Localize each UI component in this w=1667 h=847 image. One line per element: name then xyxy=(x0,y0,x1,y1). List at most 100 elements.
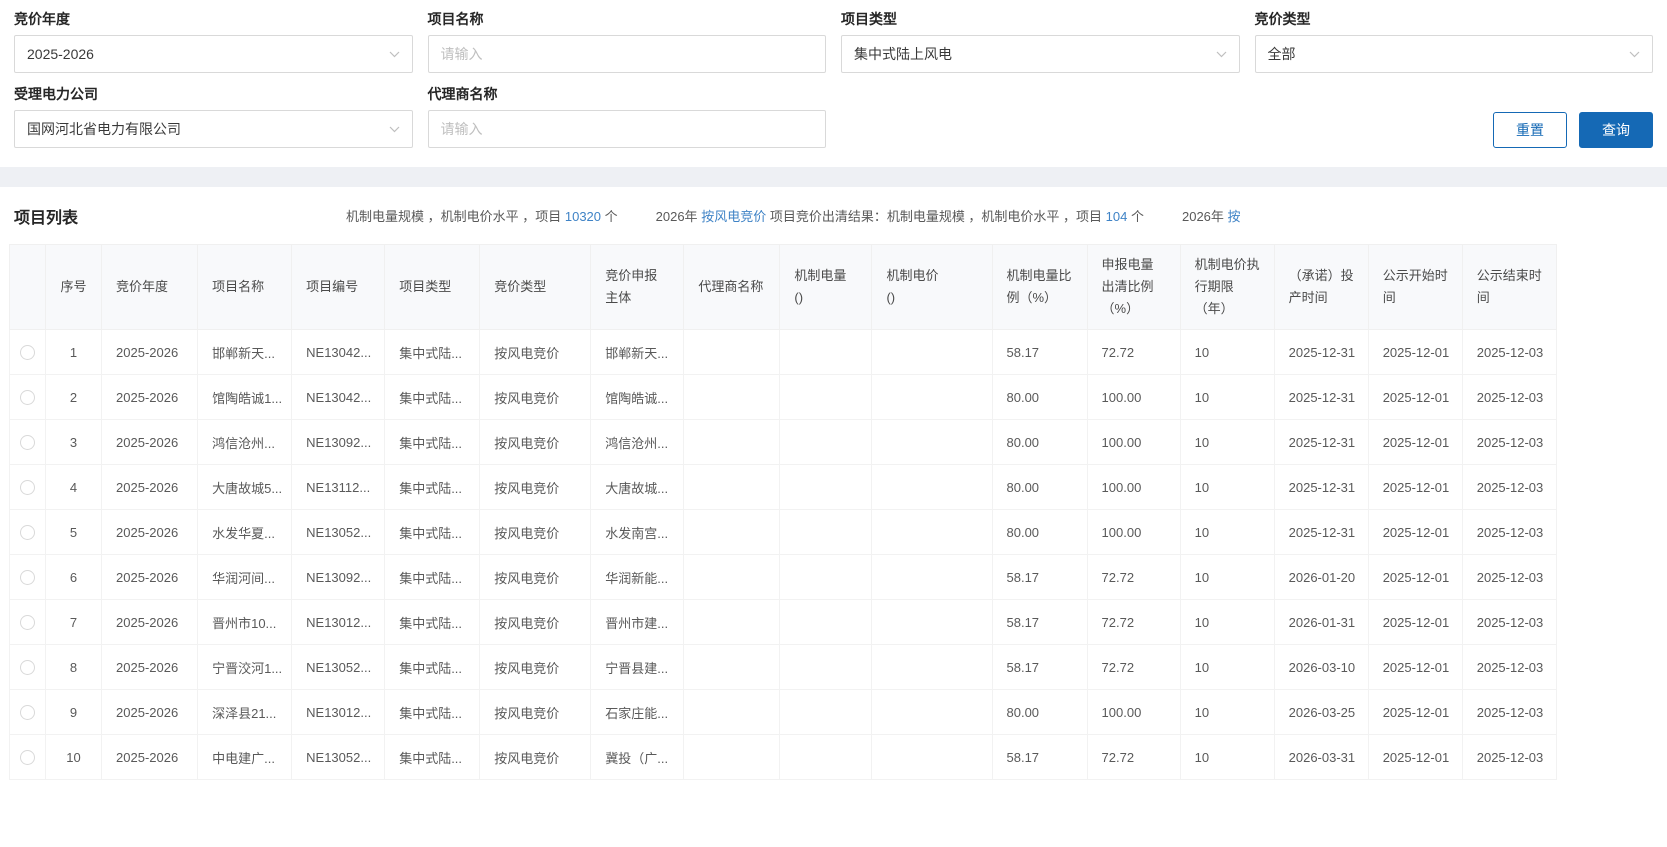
table-cell: 9 xyxy=(45,689,103,735)
table-cell: 80.00 xyxy=(991,374,1088,420)
table-cell: 按风电竞价 xyxy=(479,554,592,600)
table-cell: 2025-2026 xyxy=(101,734,199,780)
table-cell: 2025-12-31 xyxy=(1273,374,1369,420)
table-cell: 2025-12-03 xyxy=(1461,374,1558,420)
row-radio[interactable] xyxy=(20,390,35,406)
table-cell: NE13042... xyxy=(291,329,386,375)
table-cell: 80.00 xyxy=(991,464,1088,510)
table-cell: 2026-03-10 xyxy=(1273,644,1369,690)
table-cell: 6 xyxy=(45,554,103,600)
table-cell: 石家庄能... xyxy=(590,689,685,735)
table-cell: 72.72 xyxy=(1086,554,1181,600)
table-cell: NE13092... xyxy=(291,419,386,465)
table-cell xyxy=(871,329,993,375)
table-cell: 集中式陆... xyxy=(384,329,481,375)
table-cell xyxy=(871,689,993,735)
bid-type-select[interactable]: 全部 xyxy=(1254,35,1653,73)
table-cell: 按风电竞价 xyxy=(479,419,592,465)
table-cell xyxy=(871,554,993,600)
table-cell xyxy=(779,689,873,735)
truncated-link[interactable]: 按 xyxy=(1228,209,1241,224)
table-cell: 2025-2026 xyxy=(101,329,199,375)
row-radio[interactable] xyxy=(20,570,35,586)
project-name-label: 项目名称 xyxy=(427,11,484,27)
table-cell: 10 xyxy=(1179,419,1275,465)
table-cell: NE13052... xyxy=(291,509,386,555)
stats-2026-summary: 2026年 按风电竞价 项目竞价出清结果：机制电量规模 ，机制电价水平 ，项目 … xyxy=(655,209,1144,224)
list-stats: 机制电量规模 ，机制电价水平 ，项目 10320 个 2026年 按风电竞价 项… xyxy=(346,206,1653,225)
stats-current-summary: 机制电量规模 ，机制电价水平 ，项目 10320 个 xyxy=(346,209,618,224)
table-cell: 按风电竞价 xyxy=(479,734,592,780)
table-cell: 2025-2026 xyxy=(101,374,199,420)
table-cell: 2025-12-31 xyxy=(1273,464,1369,510)
project-type-select[interactable]: 集中式陆上风电 xyxy=(841,35,1240,73)
table-cell: 2025-12-31 xyxy=(1273,509,1369,555)
filter-power-company: 受理电力公司 国网河北省电力有限公司 xyxy=(14,75,413,148)
table-cell: 鸿信沧州... xyxy=(590,419,685,465)
table-cell: 集中式陆... xyxy=(384,554,481,600)
column-header: 机制电价执行期限（年） xyxy=(1179,244,1275,330)
row-radio[interactable] xyxy=(20,345,35,361)
table-cell: NE13012... xyxy=(291,689,386,735)
project-count-2026-link[interactable]: 104 xyxy=(1106,209,1128,224)
chevron-down-icon xyxy=(1216,51,1227,58)
table-cell: NE13012... xyxy=(291,599,386,645)
table-cell xyxy=(683,644,781,690)
table-row: 5 2025-2026 水发华夏... NE13052... 集中式陆... 按风电竞价水… xyxy=(8,509,1558,555)
bid-year-value: 2025-2026 xyxy=(27,46,94,62)
table-cell: 中电建广... xyxy=(197,734,293,780)
table-cell: 2025-12-03 xyxy=(1461,644,1558,690)
power-company-select[interactable]: 国网河北省电力有限公司 xyxy=(14,110,413,148)
filter-agent-name: 代理商名称 xyxy=(427,75,826,148)
row-radio[interactable] xyxy=(20,435,35,451)
table-cell: 80.00 xyxy=(991,509,1088,555)
table-cell: 华润河间... xyxy=(197,554,293,600)
page-title: 项目列表 xyxy=(14,209,79,227)
table-cell xyxy=(683,599,781,645)
table-cell: 72.72 xyxy=(1086,734,1181,780)
table-cell xyxy=(683,734,781,780)
table-cell: 2025-12-03 xyxy=(1461,419,1558,465)
table-cell: 邯郸新天... xyxy=(590,329,685,375)
row-radio[interactable] xyxy=(20,615,35,631)
agent-name-input[interactable] xyxy=(427,110,826,148)
row-radio[interactable] xyxy=(20,705,35,721)
table-cell: 2025-12-03 xyxy=(1461,554,1558,600)
table-cell: 2 xyxy=(45,374,103,420)
row-radio[interactable] xyxy=(20,525,35,541)
table-cell: NE13112... xyxy=(291,464,386,510)
table-cell: 2025-12-01 xyxy=(1367,419,1463,465)
row-select-cell xyxy=(8,644,47,690)
table-cell: 8 xyxy=(45,644,103,690)
query-button[interactable]: 查询 xyxy=(1579,112,1653,148)
project-table: 序号 竞价年度 项目名称 项目编号 项目类型 竞价类型 竞价申报主体 代理商名称 机制电量 ()… xyxy=(8,244,1558,780)
table-row: 10 2025-2026 中电建广... NE13052... 集中式陆... 按风电竞价… xyxy=(8,734,1558,780)
reset-button[interactable]: 重置 xyxy=(1493,112,1567,148)
table-cell: 2026-03-31 xyxy=(1273,734,1369,780)
table-cell xyxy=(683,374,781,420)
project-count-link[interactable]: 10320 xyxy=(565,209,601,224)
table-cell xyxy=(683,689,781,735)
project-name-input[interactable] xyxy=(427,35,826,73)
table-cell: 2025-2026 xyxy=(101,599,199,645)
filter-bid-year: 竞价年度 2025-2026 xyxy=(14,0,413,73)
row-radio[interactable] xyxy=(20,750,35,766)
row-select-cell xyxy=(8,419,47,465)
table-cell: 大唐故城5... xyxy=(197,464,293,510)
table-cell: NE13092... xyxy=(291,554,386,600)
table-cell: 2025-12-31 xyxy=(1273,419,1369,465)
table-cell: 2026-01-20 xyxy=(1273,554,1369,600)
row-radio[interactable] xyxy=(20,480,35,496)
bid-type-label: 竞价类型 xyxy=(1254,11,1311,27)
table-cell: 72.72 xyxy=(1086,644,1181,690)
row-radio[interactable] xyxy=(20,660,35,676)
column-header: 序号 xyxy=(45,244,103,330)
table-cell: 大唐故城... xyxy=(590,464,685,510)
table-cell: 7 xyxy=(45,599,103,645)
table-cell: 集中式陆... xyxy=(384,599,481,645)
project-type-value: 集中式陆上风电 xyxy=(854,46,952,62)
bid-year-select[interactable]: 2025-2026 xyxy=(14,35,413,73)
filter-project-name: 项目名称 xyxy=(427,0,826,73)
table-cell: 2025-12-03 xyxy=(1461,689,1558,735)
wind-bid-link[interactable]: 按风电竞价 xyxy=(701,209,766,224)
